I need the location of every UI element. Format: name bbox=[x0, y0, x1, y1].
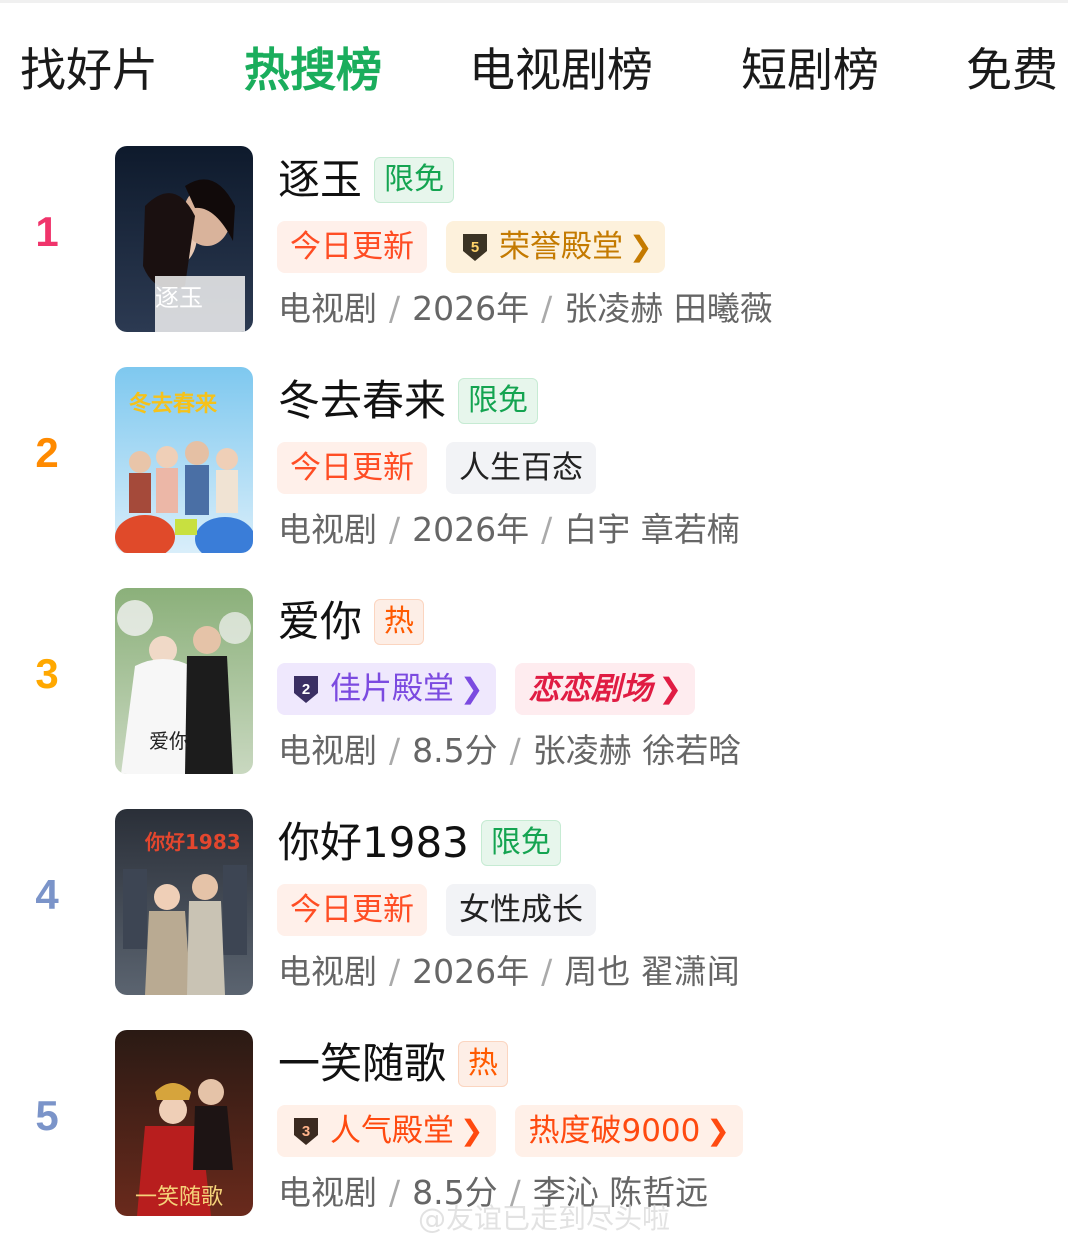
tab-hot-search[interactable]: 热搜榜 bbox=[244, 38, 382, 102]
rank-number: 1 bbox=[35, 208, 59, 255]
free-badge: 限免 bbox=[374, 157, 455, 203]
meta-type: 电视剧 bbox=[278, 289, 377, 328]
popularity-hall-tag[interactable]: 3 人气殿堂 ❯ bbox=[277, 1105, 497, 1157]
tag-label: 恋恋剧场 bbox=[528, 671, 653, 707]
genre-tag: 女性成长 bbox=[446, 884, 596, 936]
item-title[interactable]: 冬去春来 bbox=[278, 373, 446, 429]
update-today-tag: 今日更新 bbox=[277, 884, 427, 936]
medal-icon: 5 bbox=[463, 234, 487, 261]
heat-tag[interactable]: 热度破9000 ❯ bbox=[515, 1105, 743, 1157]
meta-info: 2026年 bbox=[412, 289, 530, 328]
item-meta: 电视剧/2026年 / 张凌赫 田曦薇 bbox=[278, 289, 773, 328]
rank-number: 3 bbox=[35, 650, 59, 697]
list-item[interactable]: 1 逐玉 逐玉 限免 今日更新 5 荣誉殿堂 ❯ 电视剧 / 2026年 / 张… bbox=[0, 146, 1068, 336]
love-theater-tag[interactable]: 恋恋剧场 ❯ bbox=[515, 663, 695, 715]
item-title[interactable]: 你好1983 bbox=[278, 815, 469, 871]
rank-number: 4 bbox=[35, 871, 59, 918]
meta-info: 8.5分 bbox=[412, 731, 498, 770]
tag-label: 荣誉殿堂 bbox=[499, 229, 623, 265]
meta-type: 电视剧 bbox=[278, 952, 377, 991]
update-today-tag: 今日更新 bbox=[277, 221, 427, 273]
svg-text:冬去春来: 冬去春来 bbox=[129, 391, 218, 417]
poster-image[interactable]: 冬去春来 bbox=[115, 367, 253, 553]
tag-label: 人气殿堂 bbox=[330, 1113, 454, 1149]
svg-text:一笑随歌: 一笑随歌 bbox=[135, 1185, 223, 1210]
tab-tv-series[interactable]: 电视剧榜 bbox=[469, 38, 653, 102]
tab-short-drama[interactable]: 短剧榜 bbox=[741, 38, 879, 102]
list-item[interactable]: 5 一笑随歌 一笑随歌 热 3 人气殿堂 ❯ 热度破9000 ❯ 电视剧 / 8… bbox=[0, 1030, 1068, 1220]
watermark: @友谊已走到尽头啦 bbox=[418, 1202, 671, 1235]
item-meta: 电视剧/8.5分 / 张凌赫 徐若晗 bbox=[278, 731, 742, 770]
meta-type: 电视剧 bbox=[278, 1173, 377, 1212]
item-title[interactable]: 爱你 bbox=[278, 594, 362, 650]
poster-image[interactable]: 一笑随歌 bbox=[115, 1030, 253, 1216]
item-title[interactable]: 一笑随歌 bbox=[278, 1036, 446, 1092]
tab-free[interactable]: 免费 bbox=[966, 38, 1058, 102]
free-badge: 限免 bbox=[480, 820, 561, 866]
medal-level: 2 bbox=[302, 681, 310, 698]
update-today-tag: 今日更新 bbox=[277, 442, 427, 494]
free-badge: 限免 bbox=[458, 378, 539, 424]
medal-icon: 3 bbox=[294, 1118, 318, 1145]
chevron-right-icon: ❯ bbox=[629, 230, 653, 263]
item-meta: 电视剧/2026年 / 周也 翟潇闻 bbox=[278, 952, 740, 991]
rank-number: 5 bbox=[35, 1092, 59, 1139]
medal-level: 3 bbox=[302, 1123, 310, 1140]
poster-image[interactable]: 你好1983 bbox=[115, 809, 253, 995]
meta-cast: 张凌赫 徐若晗 bbox=[532, 731, 742, 770]
list-item[interactable]: 4 你好1983 你好1983 限免 今日更新 女性成长 电视剧/2026年 / 周… bbox=[0, 809, 1068, 999]
medal-level: 5 bbox=[471, 239, 479, 256]
medal-icon: 2 bbox=[294, 676, 318, 703]
meta-type: 电视剧 bbox=[278, 731, 377, 770]
list-item[interactable]: 2 冬去春来 冬去春来 限免 今日更新 人生百态 电视剧/2026年 / 白宇 … bbox=[0, 367, 1068, 557]
tab-find-good-films[interactable]: 找好片 bbox=[20, 38, 158, 102]
meta-cast: 白宇 章若楠 bbox=[564, 510, 740, 549]
best-film-hall-tag[interactable]: 2 佳片殿堂 ❯ bbox=[277, 663, 497, 715]
hot-badge: 热 bbox=[458, 1041, 509, 1087]
poster-image[interactable]: 爱你 bbox=[115, 588, 253, 774]
hot-badge: 热 bbox=[374, 599, 425, 645]
top-divider bbox=[0, 0, 1068, 3]
meta-info: 2026年 bbox=[412, 952, 530, 991]
meta-cast: 张凌赫 田曦薇 bbox=[564, 289, 773, 328]
honor-hall-tag[interactable]: 5 荣誉殿堂 ❯ bbox=[446, 221, 666, 273]
poster-image[interactable]: 逐玉 bbox=[115, 146, 253, 332]
category-tabs: 找好片 热搜榜 电视剧榜 短剧榜 免费 bbox=[0, 38, 1068, 102]
list-item[interactable]: 3 爱你 爱你 热 2 佳片殿堂 ❯ 恋恋剧场 ❯ 电视剧 / 8.5分 / 张… bbox=[0, 588, 1068, 778]
meta-type: 电视剧 bbox=[278, 510, 377, 549]
meta-info: 2026年 bbox=[412, 510, 530, 549]
item-meta: 电视剧/2026年 / 白宇 章若楠 bbox=[278, 510, 740, 549]
svg-text:逐玉: 逐玉 bbox=[155, 284, 203, 312]
tag-label: 热度破9000 bbox=[528, 1113, 701, 1149]
genre-tag: 人生百态 bbox=[446, 442, 596, 494]
chevron-right-icon: ❯ bbox=[658, 672, 682, 705]
chevron-right-icon: ❯ bbox=[460, 672, 484, 705]
tag-label: 佳片殿堂 bbox=[330, 671, 454, 707]
svg-text:你好1983: 你好1983 bbox=[144, 830, 241, 854]
meta-cast: 周也 翟潇闻 bbox=[564, 952, 740, 991]
rank-number: 2 bbox=[35, 429, 59, 476]
chevron-right-icon: ❯ bbox=[460, 1114, 484, 1147]
svg-text:爱你: 爱你 bbox=[149, 729, 189, 753]
chevron-right-icon: ❯ bbox=[706, 1114, 730, 1147]
item-title[interactable]: 逐玉 bbox=[278, 152, 362, 208]
